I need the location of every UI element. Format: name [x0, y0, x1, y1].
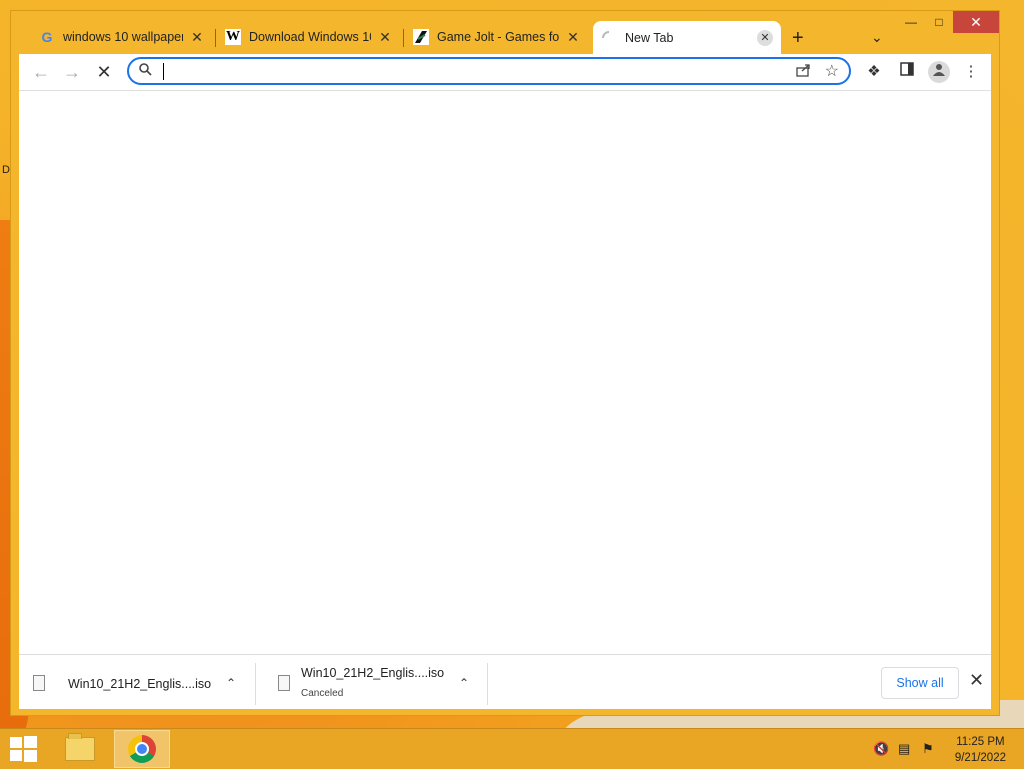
close-tab-icon[interactable]: ✕ — [377, 29, 393, 46]
tab-title: windows 10 wallpaper — [63, 30, 183, 44]
arrow-right-icon: → — [63, 62, 81, 82]
close-icon: ✕ — [96, 62, 112, 82]
close-icon: ✕ — [969, 670, 985, 690]
download-divider — [255, 663, 256, 705]
tab-divider — [215, 29, 216, 47]
show-all-downloads-button[interactable]: Show all — [881, 667, 959, 699]
stop-loading-button[interactable]: ✕ — [92, 60, 116, 84]
tab-game-jolt[interactable]: Game Jolt - Games for ✕ — [405, 21, 589, 53]
text-caret — [163, 63, 164, 80]
gamejolt-icon — [413, 29, 429, 45]
chevron-up-icon[interactable]: ⌃ — [459, 676, 469, 690]
download-filename: Win10_21H2_Englis....iso — [301, 666, 445, 680]
browser-window: — □ ✕ G windows 10 wallpaper ✕ W Downloa… — [10, 10, 1000, 716]
tab-search-button[interactable]: ⌄ — [871, 29, 883, 46]
profile-avatar-icon — [932, 63, 946, 80]
back-button[interactable]: ← — [29, 60, 53, 84]
address-input[interactable] — [161, 62, 765, 82]
plus-icon: + — [792, 27, 804, 49]
volume-muted-icon[interactable]: 🔇 — [873, 741, 889, 757]
puzzle-icon: ❖ — [867, 63, 881, 80]
taskbar: 🔇 ▤ ⚑ 11:25 PM 9/21/2022 — [0, 728, 1024, 769]
network-icon[interactable]: ▤ — [898, 741, 910, 757]
chevron-up-icon[interactable]: ⌃ — [226, 676, 236, 690]
download-divider — [487, 663, 488, 705]
extensions-button[interactable]: ❖ — [863, 61, 885, 83]
download-item[interactable]: Win10_21H2_Englis....iso ⌃ — [19, 655, 255, 710]
download-filename: Win10_21H2_Englis....iso — [68, 677, 212, 691]
desktop-edge-text: D — [2, 164, 10, 176]
tab-divider — [403, 29, 404, 47]
folder-icon — [65, 733, 95, 761]
forward-button[interactable]: → — [60, 60, 84, 84]
close-tab-icon[interactable]: ✕ — [757, 30, 773, 46]
search-icon — [139, 63, 152, 79]
new-tab-button[interactable]: + — [792, 27, 804, 50]
chrome-taskbar-button[interactable] — [114, 730, 170, 768]
address-bar[interactable]: ☆ — [127, 57, 851, 85]
tab-title: Game Jolt - Games for — [437, 30, 559, 44]
arrow-left-icon: ← — [32, 62, 50, 82]
browser-toolbar: ← → ✕ ☆ ❖ ⋮ — [19, 54, 991, 90]
browser-menu-button[interactable]: ⋮ — [960, 61, 982, 83]
download-item[interactable]: Win10_21H2_Englis....iso Canceled ⌃ — [259, 655, 487, 710]
clock-date: 9/21/2022 — [954, 752, 1006, 764]
page-content-blank[interactable] — [19, 90, 991, 654]
download-status: Canceled — [301, 688, 344, 699]
tab-new-tab[interactable]: New Tab ✕ — [593, 21, 781, 55]
start-button[interactable] — [8, 735, 38, 763]
loading-icon — [601, 30, 617, 46]
profile-button[interactable] — [928, 61, 950, 83]
tab-windows-wallpaper[interactable]: G windows 10 wallpaper ✕ — [31, 21, 213, 53]
side-panel-icon — [900, 62, 914, 80]
side-panel-button[interactable] — [896, 61, 918, 83]
bookmark-star-icon[interactable]: ☆ — [825, 61, 839, 81]
close-tab-icon[interactable]: ✕ — [189, 29, 205, 46]
action-center-flag-icon[interactable]: ⚑ — [922, 741, 934, 757]
clock-time: 11:25 PM — [956, 736, 1005, 748]
close-tab-icon[interactable]: ✕ — [565, 29, 581, 46]
wikipedia-w-icon: W — [225, 29, 241, 45]
tab-title: Download Windows 10 — [249, 30, 371, 44]
close-download-shelf-button[interactable]: ✕ — [969, 670, 984, 691]
chrome-icon — [128, 735, 156, 763]
system-clock[interactable]: 11:25 PM 9/21/2022 — [955, 734, 1006, 766]
file-explorer-taskbar-button[interactable] — [52, 730, 108, 768]
download-shelf: Win10_21H2_Englis....iso ⌃ Win10_21H2_En… — [19, 654, 991, 709]
share-icon[interactable] — [796, 63, 811, 80]
file-icon — [33, 675, 45, 691]
kebab-menu-icon: ⋮ — [963, 63, 979, 80]
file-icon — [278, 675, 290, 691]
windows-logo-icon — [10, 737, 22, 748]
chevron-down-icon: ⌄ — [871, 29, 883, 45]
tab-download-windows[interactable]: W Download Windows 10 ✕ — [217, 21, 401, 53]
tab-title: New Tab — [625, 31, 674, 45]
google-icon: G — [41, 29, 53, 45]
